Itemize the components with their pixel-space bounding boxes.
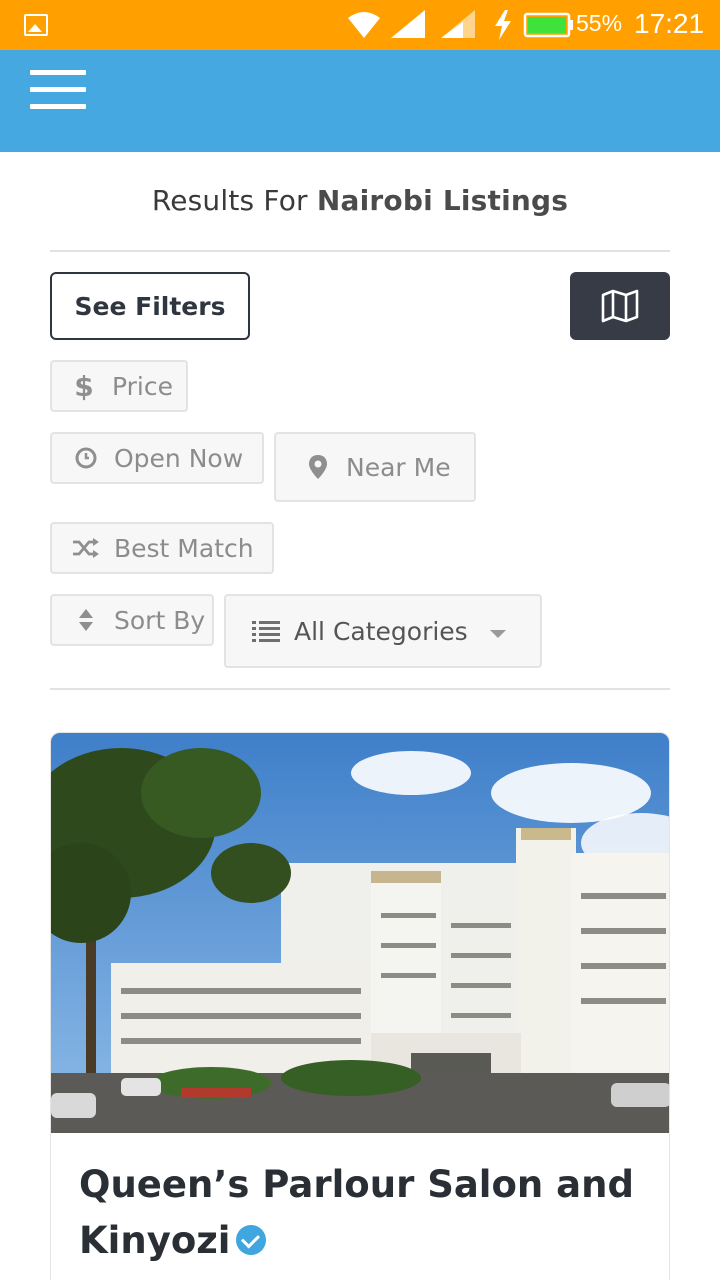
listing-image[interactable]: [51, 733, 670, 1133]
sort-icon: [72, 608, 100, 632]
map-icon: [601, 289, 639, 323]
verified-badge-icon: [236, 1224, 267, 1255]
category-select[interactable]: All Categories: [224, 594, 542, 668]
battery-icon: [523, 12, 573, 38]
gallery-icon: [24, 14, 48, 36]
divider: [50, 250, 670, 252]
map-view-button[interactable]: [570, 272, 670, 340]
category-label: All Categories: [294, 616, 468, 646]
shuffle-icon: [72, 537, 100, 559]
chevron-down-icon: [490, 630, 506, 638]
status-bar: 55% 17:21: [0, 0, 720, 50]
app-bar: [0, 50, 720, 152]
best-match-label: Best Match: [114, 533, 254, 563]
results-city: Nairobi Listings: [316, 184, 569, 217]
signal-icon: [391, 10, 425, 38]
open-now-filter[interactable]: Open Now: [50, 432, 264, 484]
map-marker-icon: [304, 454, 332, 480]
dollar-icon: $: [74, 369, 94, 403]
results-prefix: Results For: [151, 184, 317, 217]
divider: [50, 688, 670, 690]
listing-card[interactable]: Queen’s Parlour Salon and Kinyozi: [50, 732, 670, 1280]
see-filters-button[interactable]: See Filters: [50, 272, 250, 340]
battery-percent: 55%: [576, 10, 623, 36]
hamburger-menu-icon[interactable]: [30, 70, 86, 110]
near-me-label: Near Me: [346, 452, 451, 482]
price-filter[interactable]: $ Price: [50, 360, 188, 412]
listing-title-text: Queen’s Parlour Salon and Kinyozi: [79, 1163, 634, 1262]
best-match-filter[interactable]: Best Match: [50, 522, 274, 574]
wifi-icon: [348, 12, 380, 38]
near-me-filter[interactable]: Near Me: [274, 432, 476, 502]
sort-by-label: Sort By: [114, 605, 206, 635]
signal-icon: [441, 10, 475, 38]
open-now-label: Open Now: [114, 443, 244, 473]
charging-icon: [495, 10, 511, 40]
clock: 17:21: [634, 8, 705, 39]
results-heading: Results For Nairobi Listings: [0, 184, 720, 217]
listing-title[interactable]: Queen’s Parlour Salon and Kinyozi: [79, 1157, 639, 1269]
list-icon: [252, 620, 280, 642]
sort-by-filter[interactable]: Sort By: [50, 594, 214, 646]
status-icons: [348, 10, 573, 40]
see-filters-label: See Filters: [74, 291, 226, 321]
clock-icon: [72, 446, 100, 470]
price-label: Price: [112, 371, 173, 401]
